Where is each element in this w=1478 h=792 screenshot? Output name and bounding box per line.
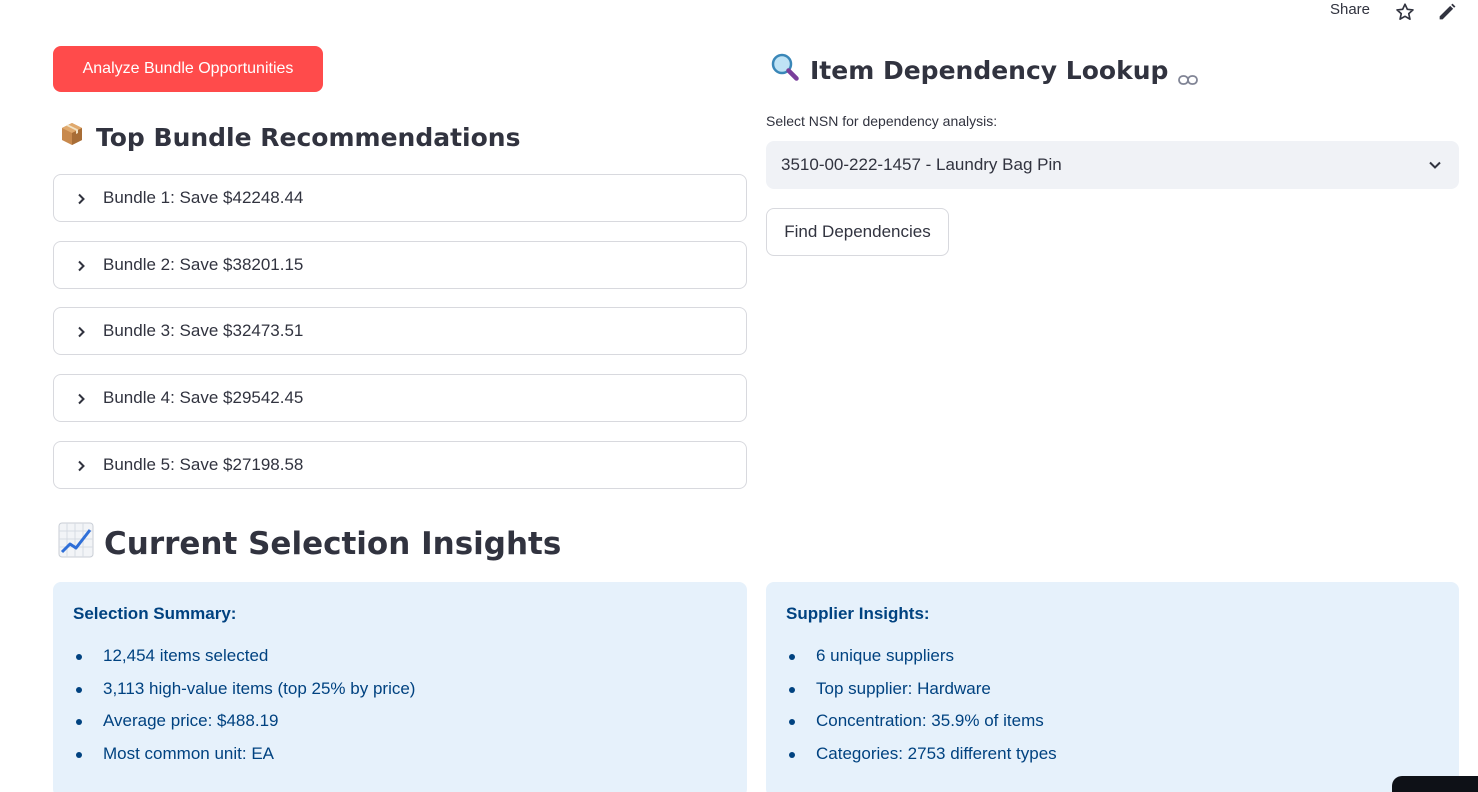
nsn-select-label: Select NSN for dependency analysis:: [766, 113, 998, 129]
list-item: Average price: $488.19: [73, 711, 727, 744]
bundles-title-text: Top Bundle Recommendations: [96, 122, 521, 152]
supplier-insights-list: 6 unique suppliers Top supplier: Hardwar…: [786, 646, 1439, 776]
list-item: 12,454 items selected: [73, 646, 727, 679]
share-button[interactable]: Share: [1330, 1, 1370, 18]
bundle-expander-3[interactable]: Bundle 3: Save $32473.51: [53, 307, 747, 355]
supplier-insights-heading: Supplier Insights:: [786, 604, 930, 623]
bundles-title: Top Bundle Recommendations: [58, 120, 520, 154]
pencil-icon[interactable]: [1436, 1, 1458, 23]
list-item: Most common unit: EA: [73, 744, 727, 777]
list-item: Top supplier: Hardware: [786, 679, 1439, 712]
chart-increasing-icon: [58, 522, 94, 566]
analyze-bundle-button[interactable]: Analyze Bundle Opportunities: [53, 46, 323, 92]
bundle-label: Bundle 5: Save $27198.58: [103, 455, 304, 474]
package-icon: [58, 120, 86, 154]
chevron-right-icon: [74, 258, 88, 272]
insights-title: Current Selection Insights: [58, 522, 561, 566]
bundle-expander-2[interactable]: Bundle 2: Save $38201.15: [53, 241, 747, 289]
bundle-label: Bundle 2: Save $38201.15: [103, 255, 304, 274]
bundle-label: Bundle 3: Save $32473.51: [103, 321, 304, 340]
list-item: 3,113 high-value items (top 25% by price…: [73, 679, 727, 712]
chevron-down-icon: [1427, 157, 1443, 173]
selection-summary-box: Selection Summary: 12,454 items selected…: [53, 582, 747, 792]
lookup-title-text: Item Dependency Lookup: [810, 55, 1169, 85]
chevron-right-icon: [74, 191, 88, 205]
find-dependencies-button[interactable]: Find Dependencies: [766, 208, 949, 256]
chevron-right-icon: [74, 391, 88, 405]
magnifier-icon: [770, 52, 800, 88]
bundle-label: Bundle 1: Save $42248.44: [103, 188, 304, 207]
selection-summary-heading: Selection Summary:: [73, 604, 237, 623]
insights-title-text: Current Selection Insights: [104, 526, 562, 562]
nsn-select-value: 3510-00-222-1457 - Laundry Bag Pin: [781, 155, 1062, 174]
list-item: Concentration: 35.9% of items: [786, 711, 1439, 744]
list-item: 6 unique suppliers: [786, 646, 1439, 679]
star-icon[interactable]: [1394, 1, 1416, 23]
nsn-select[interactable]: 3510-00-222-1457 - Laundry Bag Pin: [766, 141, 1459, 189]
bundle-label: Bundle 4: Save $29542.45: [103, 388, 304, 407]
link-icon[interactable]: [1178, 63, 1199, 85]
selection-summary-list: 12,454 items selected 3,113 high-value i…: [73, 646, 727, 776]
bundle-expander-1[interactable]: Bundle 1: Save $42248.44: [53, 174, 747, 222]
list-item: Categories: 2753 different types: [786, 744, 1439, 777]
bundle-expander-4[interactable]: Bundle 4: Save $29542.45: [53, 374, 747, 422]
lookup-title: Item Dependency Lookup: [770, 52, 1199, 88]
status-widget[interactable]: [1392, 776, 1478, 792]
bundle-expander-5[interactable]: Bundle 5: Save $27198.58: [53, 441, 747, 489]
chevron-right-icon: [74, 458, 88, 472]
supplier-insights-box: Supplier Insights: 6 unique suppliers To…: [766, 582, 1459, 792]
chevron-right-icon: [74, 324, 88, 338]
